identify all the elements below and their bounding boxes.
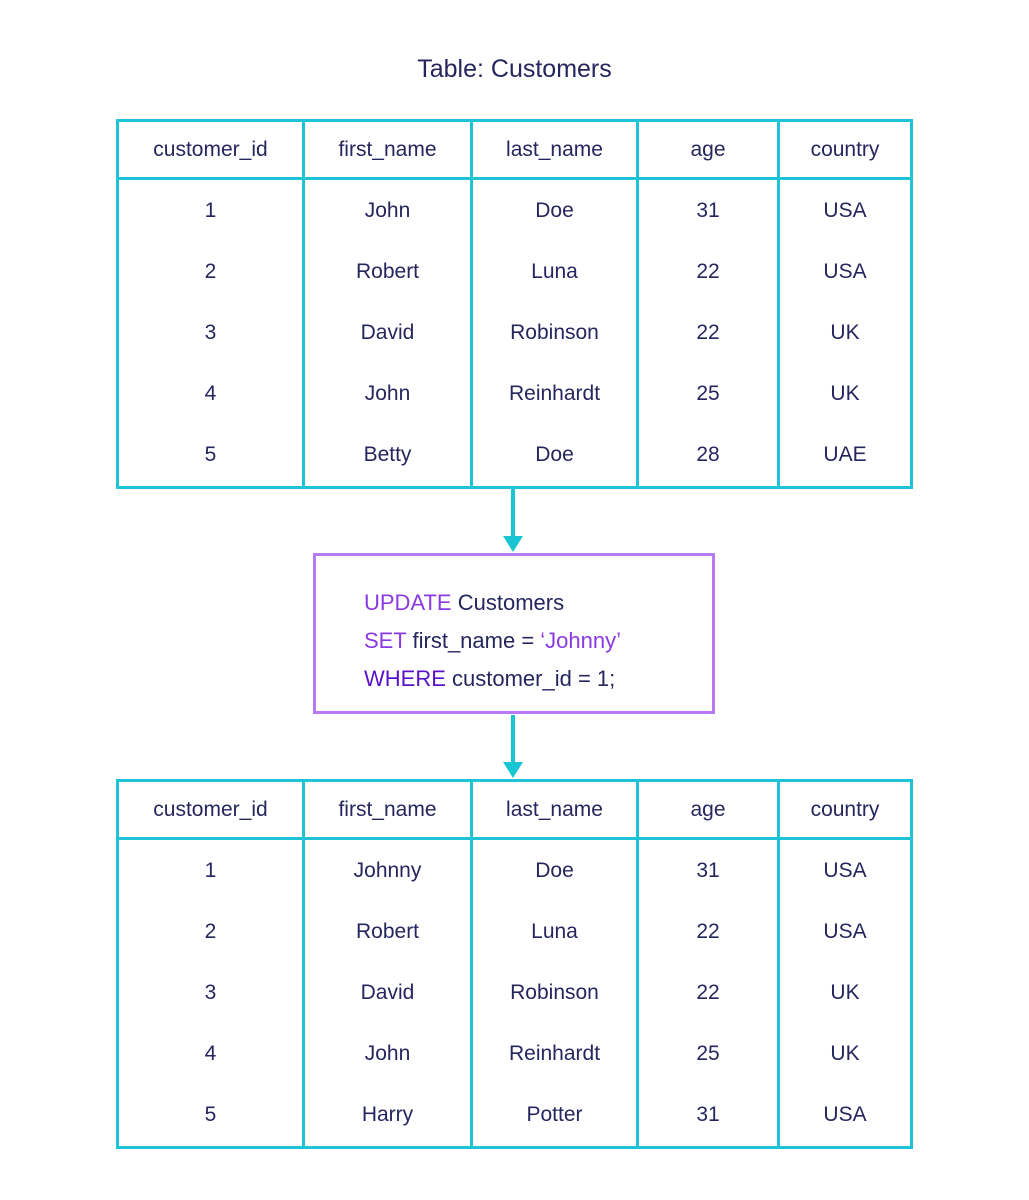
column-header-first-name: first_name xyxy=(302,780,472,840)
customers-table-before: customer_id first_name last_name age cou… xyxy=(116,119,913,489)
column-header-first-name: first_name xyxy=(302,120,472,180)
cell-country: UK xyxy=(777,302,912,364)
column-header-last-name: last_name xyxy=(470,780,638,840)
table-row: 5 Harry Potter 31 USA xyxy=(118,1084,912,1148)
cell-first-name: David xyxy=(302,962,472,1024)
cell-age: 25 xyxy=(636,363,779,425)
diagram-title: Table: Customers xyxy=(417,55,612,83)
table-row: 2 Robert Luna 22 USA xyxy=(118,241,912,303)
cell-customer-id: 3 xyxy=(204,320,217,344)
sql-line-update: UPDATE Customers xyxy=(364,584,712,622)
column-header-country: country xyxy=(777,780,912,840)
sql-text: customer_id = 1; xyxy=(445,666,616,691)
cell-first-name: John xyxy=(302,363,472,425)
cell-age: 25 xyxy=(636,1023,779,1085)
column-header-last-name: last_name xyxy=(470,120,638,180)
sql-text: first_name = xyxy=(406,628,541,653)
column-header-customer-id: customer_id xyxy=(117,780,304,840)
cell-last-name: Robinson xyxy=(470,302,638,364)
arrow-connector-bottom xyxy=(511,715,515,763)
column-header-age: age xyxy=(636,780,779,840)
cell-last-name: Reinhardt xyxy=(470,363,638,425)
cell-customer-id: 2 xyxy=(204,919,217,943)
cell-country: USA xyxy=(777,1084,912,1148)
sql-text: Customers xyxy=(451,590,565,615)
cell-customer-id: 5 xyxy=(204,443,217,467)
cell-customer-id: 1 xyxy=(204,858,217,882)
table-header-row: customer_id first_name last_name age cou… xyxy=(117,120,912,180)
cell-last-name: Luna xyxy=(470,241,638,303)
cell-last-name: Reinhardt xyxy=(470,1023,638,1085)
cell-first-name: John xyxy=(302,178,472,242)
sql-line-where: WHERE customer_id = 1; xyxy=(364,660,712,698)
cell-age: 22 xyxy=(636,241,779,303)
cell-first-name: Harry xyxy=(302,1084,472,1148)
customers-table-after: customer_id first_name last_name age cou… xyxy=(116,779,913,1149)
table-row: 3 David Robinson 22 UK xyxy=(118,302,912,364)
cell-age: 22 xyxy=(636,962,779,1024)
cell-last-name: Luna xyxy=(470,901,638,963)
cell-age: 22 xyxy=(636,901,779,963)
cell-country: USA xyxy=(777,838,912,902)
cell-age: 28 xyxy=(636,424,779,488)
cell-last-name: Doe xyxy=(470,424,638,488)
cell-age: 31 xyxy=(636,178,779,242)
table-row: 3 David Robinson 22 UK xyxy=(118,962,912,1024)
table-row: 4 John Reinhardt 25 UK xyxy=(118,1023,912,1085)
column-header-age: age xyxy=(636,120,779,180)
cell-last-name: Doe xyxy=(470,838,638,902)
table-row: 1 Johnny Doe 31 USA xyxy=(118,838,912,902)
cell-first-name: David xyxy=(302,302,472,364)
cell-customer-id: 4 xyxy=(204,1042,217,1066)
sql-keyword-set: SET xyxy=(364,628,407,653)
cell-country: UAE xyxy=(777,424,912,488)
column-header-country: country xyxy=(777,120,912,180)
cell-country: UK xyxy=(777,363,912,425)
cell-first-name: Robert xyxy=(302,901,472,963)
sql-line-set: SET first_name = ‘Johnny’ xyxy=(364,622,712,660)
cell-age: 22 xyxy=(636,302,779,364)
cell-country: USA xyxy=(777,178,912,242)
sql-string-literal: ‘Johnny’ xyxy=(540,628,621,653)
cell-customer-id: 4 xyxy=(204,382,217,406)
cell-country: USA xyxy=(777,241,912,303)
table-row: 4 John Reinhardt 25 UK xyxy=(118,363,912,425)
sql-keyword-update: UPDATE xyxy=(364,590,452,615)
sql-query-box: UPDATE Customers SET first_name = ‘Johnn… xyxy=(313,553,715,714)
table-row: 1 John Doe 31 USA xyxy=(118,178,912,242)
arrow-connector-top xyxy=(511,489,515,537)
cell-customer-id: 5 xyxy=(204,1103,217,1127)
cell-first-name: Betty xyxy=(302,424,472,488)
table-row: 5 Betty Doe 28 UAE xyxy=(118,424,912,488)
cell-last-name: Potter xyxy=(470,1084,638,1148)
table-row: 2 Robert Luna 22 USA xyxy=(118,901,912,963)
cell-age: 31 xyxy=(636,838,779,902)
arrow-down-icon xyxy=(503,762,523,778)
column-header-customer-id: customer_id xyxy=(117,120,304,180)
cell-last-name: Doe xyxy=(470,178,638,242)
table-header-row: customer_id first_name last_name age cou… xyxy=(117,780,912,840)
cell-age: 31 xyxy=(636,1084,779,1148)
sql-keyword-where: WHERE xyxy=(364,666,446,691)
cell-country: UK xyxy=(777,962,912,1024)
cell-country: USA xyxy=(777,901,912,963)
cell-customer-id: 1 xyxy=(204,198,217,222)
cell-first-name: Johnny xyxy=(302,838,472,902)
cell-customer-id: 3 xyxy=(204,980,217,1004)
cell-first-name: John xyxy=(302,1023,472,1085)
cell-country: UK xyxy=(777,1023,912,1085)
cell-customer-id: 2 xyxy=(204,259,217,283)
cell-last-name: Robinson xyxy=(470,962,638,1024)
cell-first-name: Robert xyxy=(302,241,472,303)
arrow-down-icon xyxy=(503,536,523,552)
